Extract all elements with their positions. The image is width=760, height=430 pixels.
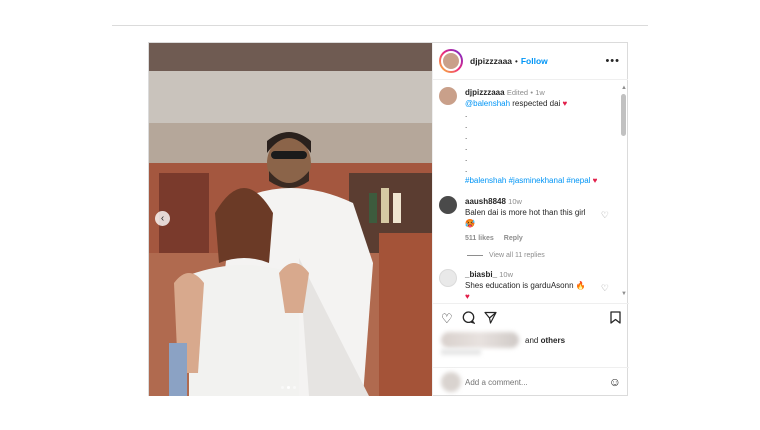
- comment-like-icon[interactable]: ♡: [601, 210, 609, 221]
- comment-likes[interactable]: 511 likes: [465, 235, 494, 242]
- replies-divider: [467, 255, 483, 256]
- comment-body: _biasbi_ 10w Shes education is garduAson…: [465, 269, 595, 302]
- view-replies-label[interactable]: View all 11 replies: [489, 252, 545, 259]
- post-image: [149, 43, 432, 396]
- caption-mention[interactable]: @balenshah: [465, 99, 510, 108]
- caption-dot: .: [465, 143, 468, 152]
- emoji-icon: 🔥: [575, 281, 586, 290]
- post-header: djpizzzaaa • Follow •••: [433, 43, 628, 80]
- comment-item: _biasbi_ 10w Shes education is garduAson…: [433, 269, 629, 302]
- carousel-dot: [293, 386, 296, 389]
- header-username[interactable]: djpizzzaaa: [470, 56, 512, 66]
- caption-edited: Edited: [506, 88, 529, 97]
- caption-dot: .: [465, 110, 468, 119]
- likes-others[interactable]: others: [541, 336, 565, 345]
- likes-text: and others: [525, 336, 565, 345]
- comment-username[interactable]: _biasbi_: [465, 270, 497, 279]
- bookmark-icon[interactable]: [610, 311, 621, 326]
- liker-avatars-blurred: [441, 332, 519, 348]
- post-photo: ‹: [149, 43, 432, 396]
- carousel-dot-active: [287, 386, 290, 389]
- caption-dot: .: [465, 132, 468, 141]
- add-comment-bar: ☺: [433, 367, 629, 396]
- caption: djpizzzaaa Edited • 1w @balenshah respec…: [433, 80, 629, 186]
- comment-meta: 511 likes Reply: [465, 233, 595, 244]
- heart-icon: ♥: [562, 99, 568, 108]
- caption-dot: .: [465, 121, 468, 130]
- post-modal: ‹ djpizzzaaa • Follow ••• djpizzzaaa Edi…: [148, 42, 629, 396]
- likes-summary[interactable]: and others: [441, 332, 565, 348]
- comment-like-icon[interactable]: ♡: [601, 283, 609, 294]
- follow-button[interactable]: Follow: [521, 56, 548, 66]
- caption-text: respected dai: [510, 99, 561, 108]
- scroll-down-icon[interactable]: ▼: [621, 291, 627, 297]
- comments-scrollbar[interactable]: ▲ ▼: [621, 85, 627, 297]
- carousel-prev-button[interactable]: ‹: [155, 211, 170, 226]
- comment-username[interactable]: aaush8848: [465, 197, 506, 206]
- add-comment-input[interactable]: [465, 377, 609, 387]
- share-icon[interactable]: [484, 311, 497, 326]
- emoji-picker-icon[interactable]: ☺: [609, 375, 621, 389]
- comment-text: Balen dai is more hot than this girl: [465, 208, 586, 217]
- comment-time: 10w: [508, 197, 522, 206]
- likes-and: and: [525, 335, 539, 345]
- chevron-left-icon: ‹: [160, 213, 165, 224]
- action-bar: ♡: [433, 303, 629, 333]
- comment-text: Shes education is garduAsonn: [465, 281, 574, 290]
- story-ring[interactable]: [439, 49, 463, 73]
- caption-avatar[interactable]: [439, 87, 457, 105]
- comment-avatar[interactable]: [439, 269, 457, 287]
- comment-item: aaush8848 10w Balen dai is more hot than…: [433, 196, 629, 244]
- user-avatar-blurred: [441, 372, 461, 392]
- caption-dot: .: [465, 154, 468, 163]
- like-icon[interactable]: ♡: [441, 312, 453, 325]
- scroll-up-icon[interactable]: ▲: [621, 85, 627, 91]
- comments-list: djpizzzaaa Edited • 1w @balenshah respec…: [433, 80, 629, 302]
- comment-time: 10w: [499, 270, 514, 279]
- scroll-thumb[interactable]: [621, 94, 626, 136]
- caption-hashtags[interactable]: #balenshah #jasminekhanal #nepal: [465, 176, 590, 185]
- post-date-blurred: [441, 349, 481, 355]
- view-replies[interactable]: View all 11 replies: [467, 252, 629, 259]
- post-side-panel: djpizzzaaa • Follow ••• djpizzzaaa Edite…: [432, 43, 629, 396]
- carousel-dot: [281, 386, 284, 389]
- more-options-icon[interactable]: •••: [605, 55, 620, 67]
- top-divider: [112, 25, 648, 26]
- comment-avatar[interactable]: [439, 196, 457, 214]
- header-separator: •: [515, 56, 518, 66]
- comment-body: aaush8848 10w Balen dai is more hot than…: [465, 196, 595, 244]
- caption-username[interactable]: djpizzzaaa: [465, 88, 505, 97]
- emoji-icon: 🥵: [465, 219, 475, 228]
- avatar: [441, 51, 461, 71]
- caption-dot: .: [465, 165, 468, 174]
- caption-separator: •: [530, 88, 533, 97]
- comment-icon[interactable]: [462, 311, 476, 326]
- caption-time: 1w: [535, 88, 545, 97]
- heart-icon: ♥: [592, 176, 598, 185]
- carousel-dots: [281, 386, 296, 389]
- caption-body: djpizzzaaa Edited • 1w @balenshah respec…: [465, 87, 597, 186]
- heart-icon: ♥: [465, 292, 470, 301]
- reply-button[interactable]: Reply: [504, 235, 523, 242]
